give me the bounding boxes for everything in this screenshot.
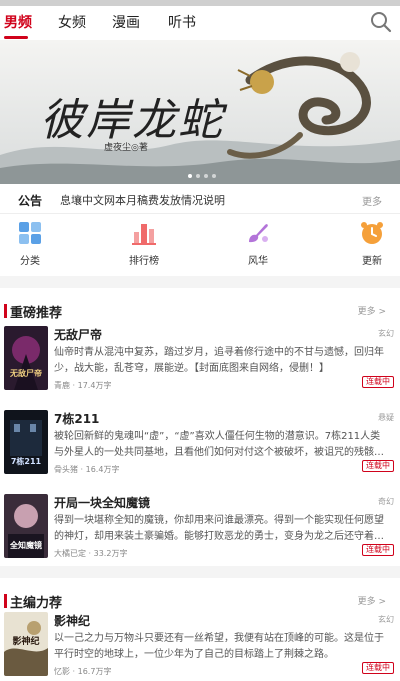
section-more-link[interactable]: 更多 > [358,304,386,317]
section-title: 主编力荐 [10,596,63,611]
section-header: 主编力荐 更多 > [0,578,400,614]
book-description: 得到一块堪称全知的魔镜，你却用来问谁最漂亮。得到一个能实现任何愿望的神灯，却用来… [54,515,384,542]
book-cover[interactable]: 影神纪 [4,612,48,676]
pagination-dot[interactable] [196,174,200,178]
section-accent-bar [4,304,7,318]
active-tab-indicator [4,36,28,39]
book-item[interactable]: 全知魔镜 开局一块全知魔镜 奇幻 得到一块堪称全知的魔镜，你却用来问谁最漂亮。得… [0,494,400,578]
promo-banner[interactable]: 彼岸龙蛇 虚夜尘◎著 [0,40,400,184]
book-title[interactable]: 开局一块全知魔镜 [54,494,150,511]
pagination-dot[interactable] [212,174,216,178]
announcement-more-link[interactable]: 更多 [362,193,382,208]
book-description: 被轮回新鲜的鬼魂叫“虚”，“虚”喜欢人僵任何生物的潜意识。7栋211人类与外星人… [54,431,384,458]
pagination-dot[interactable] [204,174,208,178]
cover-title: 无敌尸帝 [10,369,42,378]
announcement-text[interactable]: 息壤中文网本月稿费发放情况说明 [60,192,225,208]
book-genre: 悬疑 [378,413,394,422]
ranking-icon [132,224,156,245]
book-genre: 玄幻 [378,615,394,624]
category-updates[interactable]: 更新 [342,220,400,267]
category-shortcuts: 分类 排行榜 风华 更新 [0,214,400,276]
category-label: 风华 [248,256,268,267]
book-cover[interactable]: 全知魔镜 [4,494,48,558]
category-ranking[interactable]: 排行榜 [114,220,174,267]
book-item[interactable]: 影神纪 影神纪 玄幻 以一己之力与万物斗只要还有一丝希望，我便有站在顶峰的可能。… [0,612,400,681]
status-badge: 连载中 [362,460,394,472]
section-accent-bar [4,594,7,608]
book-genre: 玄幻 [378,329,394,338]
banner-subtitle: 虚夜尘◎著 [104,143,148,153]
announcement-bar[interactable]: 公告 息壤中文网本月稿费发放情况说明 更多 [0,184,400,214]
status-badge: 连载中 [362,662,394,674]
book-item[interactable]: 7栋211 7栋211 悬疑 被轮回新鲜的鬼魂叫“虚”，“虚”喜欢人僵任何生物的… [0,410,400,494]
category-classify[interactable]: 分类 [0,220,60,267]
pagination-dot[interactable] [188,174,192,178]
category-fenghua[interactable]: 风华 [228,220,288,267]
editor-picks-section: 主编力荐 更多 > 影神纪 影神纪 玄幻 以一己之力与万物斗只要还有一丝希望，我… [0,578,400,681]
book-author-wordcount: 大橘已定 · 33.2万字 [54,549,128,558]
announcement-label: 公告 [18,194,43,208]
book-cover[interactable]: 7栋211 [4,410,48,474]
status-badge: 连载中 [362,544,394,556]
brush-icon [249,224,268,243]
section-header: 重磅推荐 更多 > [0,288,400,324]
tab-female[interactable]: 女频 [58,12,86,32]
book-cover[interactable]: 无敌尸帝 [4,326,48,390]
cover-title: 全知魔镜 [10,541,42,550]
section-title: 重磅推荐 [10,306,63,321]
book-item[interactable]: 无敌尸帝 无敌尸帝 玄幻 仙帝时青从混沌中复苏，踏过岁月，追寻着修行途中的不甘与… [0,326,400,410]
book-title[interactable]: 7栋211 [54,410,99,427]
section-more-link[interactable]: 更多 > [358,594,386,607]
tab-male[interactable]: 男频 [4,12,32,32]
banner-title: 彼岸龙蛇 [40,95,224,146]
book-genre: 奇幻 [378,497,394,506]
tab-audiobooks[interactable]: 听书 [168,12,196,32]
clock-icon [361,222,383,244]
book-author-wordcount: 骨头猪 · 16.4万字 [54,465,120,474]
grid-icon [19,222,41,244]
book-title[interactable]: 无敌尸帝 [54,326,102,343]
featured-section: 重磅推荐 更多 > 无敌尸帝 无敌尸帝 玄幻 仙帝时青从混沌中复苏，踏过岁月，追… [0,288,400,566]
tab-comics[interactable]: 漫画 [112,12,140,32]
category-label: 分类 [20,256,40,267]
book-author-wordcount: 青鹿 · 17.4万字 [54,381,112,390]
banner-pagination [188,174,216,178]
cover-title: 7栋211 [10,457,42,466]
search-icon[interactable] [370,11,392,33]
top-nav: 男频 女频 漫画 听书 [0,6,400,40]
book-title[interactable]: 影神纪 [54,612,90,629]
book-description: 仙帝时青从混沌中复苏，踏过岁月，追寻着修行途中的不甘与遗憾，回归年少，战大能，乱… [54,347,384,374]
category-label: 更新 [362,256,382,267]
book-description: 以一己之力与万物斗只要还有一丝希望，我便有站在顶峰的可能。这是位于平行时空的地球… [54,633,384,660]
category-label: 排行榜 [129,256,159,267]
cover-title: 影神纪 [12,637,40,647]
book-author-wordcount: 忆影 · 16.7万字 [54,667,112,676]
status-badge: 连载中 [362,376,394,388]
